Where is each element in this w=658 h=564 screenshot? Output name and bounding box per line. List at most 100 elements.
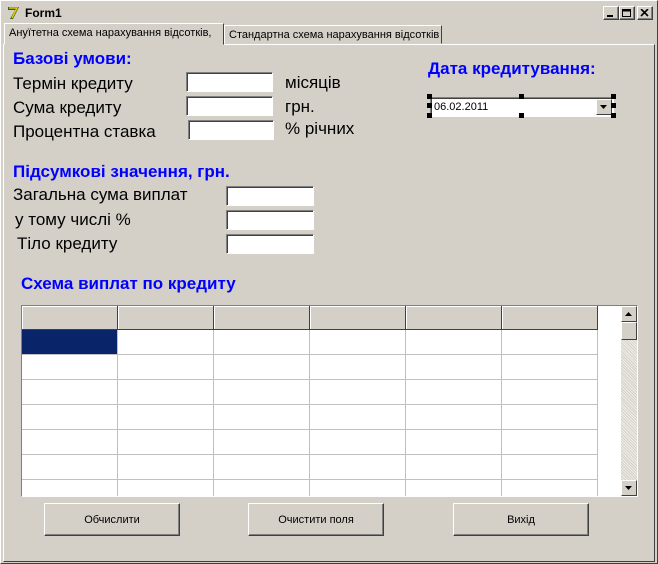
total-payments-label: Загальна сума виплат [13, 185, 188, 204]
grid-cell[interactable] [310, 455, 406, 480]
arrow-down-icon [625, 486, 632, 490]
grid-header-cell[interactable] [22, 306, 118, 330]
rate-input[interactable] [188, 120, 274, 140]
grid-cell[interactable] [310, 430, 406, 455]
date-dropdown-button[interactable] [596, 99, 612, 115]
arrow-up-icon [625, 312, 632, 316]
selection-handle [611, 113, 616, 118]
selection-handle [427, 103, 432, 108]
grid-cell[interactable] [118, 405, 214, 430]
term-unit: місяців [285, 73, 341, 92]
term-label: Термін кредиту [13, 74, 133, 93]
grid-cell[interactable] [118, 380, 214, 405]
calculate-button[interactable]: Обчислити [44, 503, 180, 536]
grid-cell[interactable] [502, 430, 598, 455]
window-title: Form1 [25, 6, 62, 20]
grid-cell[interactable] [406, 405, 502, 430]
amount-label: Сума кредиту [13, 98, 122, 117]
grid-cell[interactable] [214, 355, 310, 380]
grid-cell[interactable] [118, 430, 214, 455]
grid-cell[interactable] [502, 380, 598, 405]
grid-cell[interactable] [22, 405, 118, 430]
selection-handle [427, 94, 432, 99]
grid-cell[interactable] [310, 330, 406, 355]
selection-handle [519, 94, 524, 99]
credit-date-header: Дата кредитування: [428, 59, 596, 78]
exit-button[interactable]: Вихід [453, 503, 589, 536]
grid-cell[interactable] [22, 355, 118, 380]
grid-cell[interactable] [214, 455, 310, 480]
grid-cell[interactable] [118, 355, 214, 380]
amount-unit: грн. [285, 97, 315, 116]
grid-header-cell[interactable] [214, 306, 310, 330]
grid-header-cell[interactable] [502, 306, 598, 330]
grid-cell[interactable] [310, 355, 406, 380]
grid-cell[interactable] [502, 330, 598, 355]
grid-cell[interactable] [502, 480, 598, 496]
selection-handle [611, 94, 616, 99]
scroll-down-button[interactable] [621, 480, 637, 496]
tab-annuity[interactable]: Ануїтетна схема нарахування відсотків, [4, 23, 224, 45]
grid-cell[interactable] [118, 330, 214, 355]
rate-label: Процентна ставка [13, 122, 156, 141]
grid-header-cell[interactable] [310, 306, 406, 330]
grid-cell[interactable] [502, 405, 598, 430]
grid-cell[interactable] [310, 405, 406, 430]
grid-cell[interactable] [22, 430, 118, 455]
close-icon [640, 9, 649, 17]
interest-label: у тому числі % [15, 210, 131, 229]
selection-handle [611, 103, 616, 108]
grid-cell[interactable] [22, 380, 118, 405]
chevron-down-icon [600, 105, 607, 109]
grid-cell[interactable] [502, 455, 598, 480]
title-bar[interactable]: Form1 [3, 4, 655, 22]
payment-schedule-grid[interactable] [21, 305, 638, 497]
grid-cell[interactable] [310, 380, 406, 405]
grid-cell[interactable] [406, 480, 502, 496]
grid-header-cell[interactable] [406, 306, 502, 330]
minimize-icon [607, 15, 613, 17]
grid-cell[interactable] [214, 380, 310, 405]
clear-fields-button[interactable]: Очистити поля [248, 503, 384, 536]
scroll-thumb[interactable] [621, 322, 637, 340]
schedule-header: Схема виплат по кредиту [21, 274, 236, 293]
grid-cell[interactable] [118, 480, 214, 496]
grid-cell[interactable] [22, 455, 118, 480]
close-button[interactable] [637, 6, 653, 20]
interest-input[interactable] [226, 210, 314, 230]
base-conditions-header: Базові умови: [13, 49, 132, 68]
total-payments-input[interactable] [226, 186, 314, 206]
grid-cell[interactable] [406, 380, 502, 405]
grid-cell[interactable] [214, 430, 310, 455]
grid-cell[interactable] [502, 355, 598, 380]
app-icon [6, 5, 22, 21]
selection-handle [519, 113, 524, 118]
grid-vertical-scrollbar[interactable] [621, 306, 637, 496]
grid-cell[interactable] [406, 455, 502, 480]
grid-cell[interactable] [406, 355, 502, 380]
grid-cell[interactable] [22, 330, 118, 355]
scroll-up-button[interactable] [621, 306, 637, 322]
maximize-icon [622, 9, 631, 17]
selection-handle [427, 113, 432, 118]
tab-standard[interactable]: Стандартна схема нарахування відсотків [224, 25, 442, 44]
grid-cell[interactable] [22, 480, 118, 496]
grid-header-cell[interactable] [118, 306, 214, 330]
totals-header: Підсумкові значення, грн. [13, 162, 230, 181]
grid-cell[interactable] [214, 405, 310, 430]
grid-cell[interactable] [118, 455, 214, 480]
minimize-button[interactable] [603, 6, 619, 20]
term-input[interactable] [186, 72, 273, 92]
rate-unit: % річних [285, 119, 355, 138]
grid-cell[interactable] [214, 330, 310, 355]
maximize-button[interactable] [619, 6, 635, 20]
grid-cell[interactable] [310, 480, 406, 496]
principal-input[interactable] [226, 234, 314, 254]
main-window: Form1 Ануїтетна схема нарахування відсот… [0, 0, 658, 564]
grid-cell[interactable] [214, 480, 310, 496]
amount-input[interactable] [186, 96, 273, 116]
credit-date-value: 06.02.2011 [434, 101, 489, 113]
grid-cell[interactable] [406, 430, 502, 455]
principal-label: Тіло кредиту [17, 234, 118, 253]
grid-cell[interactable] [406, 330, 502, 355]
